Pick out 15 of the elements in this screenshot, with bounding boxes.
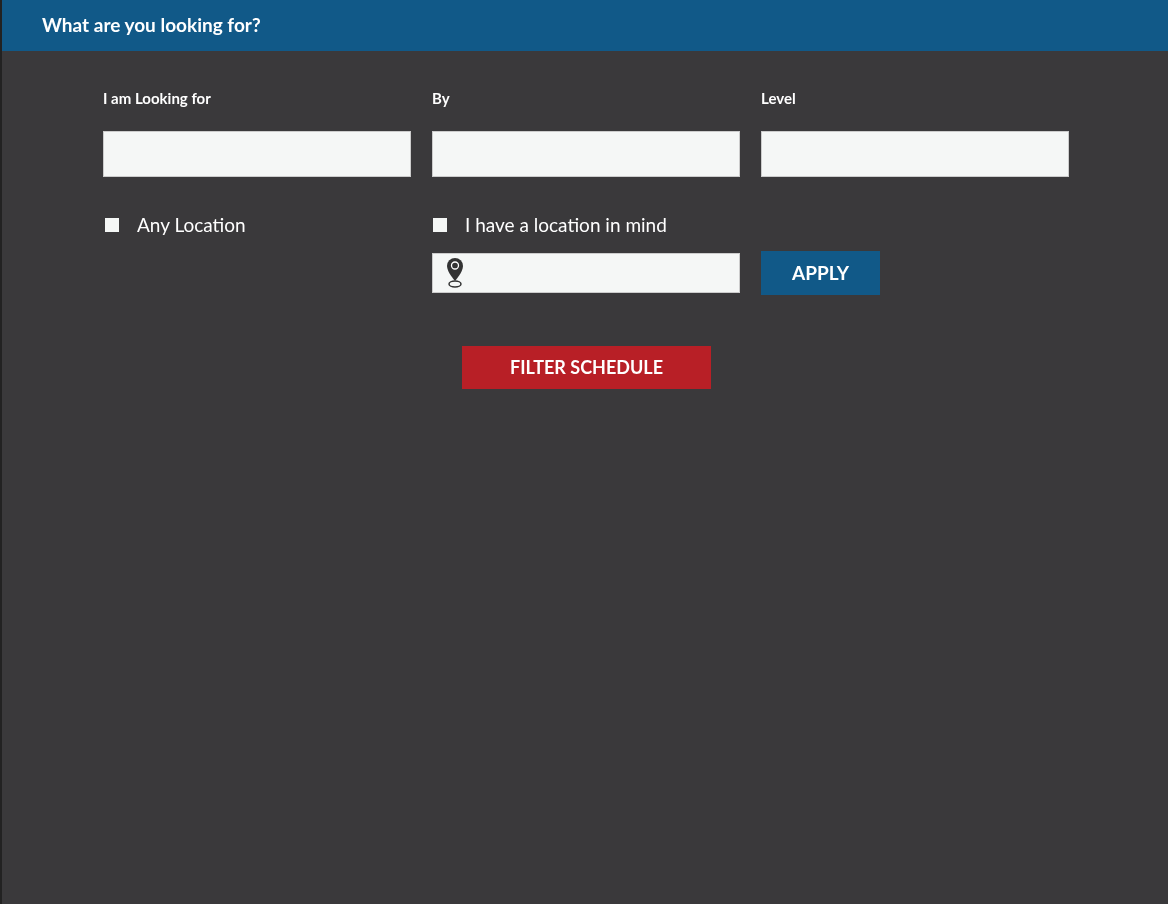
apply-button[interactable]: APPLY — [761, 251, 880, 295]
filter-schedule-button[interactable]: FILTER SCHEDULE — [462, 346, 711, 389]
input-field[interactable] — [432, 131, 740, 177]
field-label: I am Looking for — [103, 88, 212, 107]
header-title: What are you looking for? — [42, 12, 261, 39]
checkbox[interactable] — [433, 218, 447, 232]
checkbox-label: I have a location in mind — [465, 211, 667, 238]
input-field[interactable] — [103, 131, 411, 177]
checkbox[interactable] — [105, 218, 119, 232]
map-pin-icon — [445, 257, 465, 289]
input-field[interactable] — [761, 131, 1069, 177]
field-label: By — [432, 88, 451, 107]
location-input[interactable] — [432, 253, 740, 293]
checkbox-label: Any Location — [137, 211, 246, 238]
field-label: Level — [761, 88, 797, 107]
